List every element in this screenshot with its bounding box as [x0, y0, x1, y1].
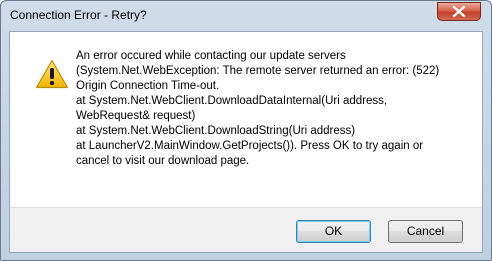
dialog-body: An error occured while contacting our up… [9, 31, 483, 253]
cancel-button[interactable]: Cancel [388, 220, 463, 243]
title-bar[interactable]: Connection Error - Retry? [1, 1, 491, 31]
message-area: An error occured while contacting our up… [10, 32, 482, 207]
close-icon [452, 6, 466, 17]
error-message: An error occured while contacting our up… [76, 50, 440, 167]
dialog-window: Connection Error - Retry? An error occur… [0, 0, 492, 261]
button-bar: OK Cancel [10, 207, 482, 252]
ok-button[interactable]: OK [296, 220, 371, 243]
close-button[interactable] [437, 2, 481, 21]
window-title: Connection Error - Retry? [10, 8, 147, 22]
warning-icon [35, 59, 69, 89]
